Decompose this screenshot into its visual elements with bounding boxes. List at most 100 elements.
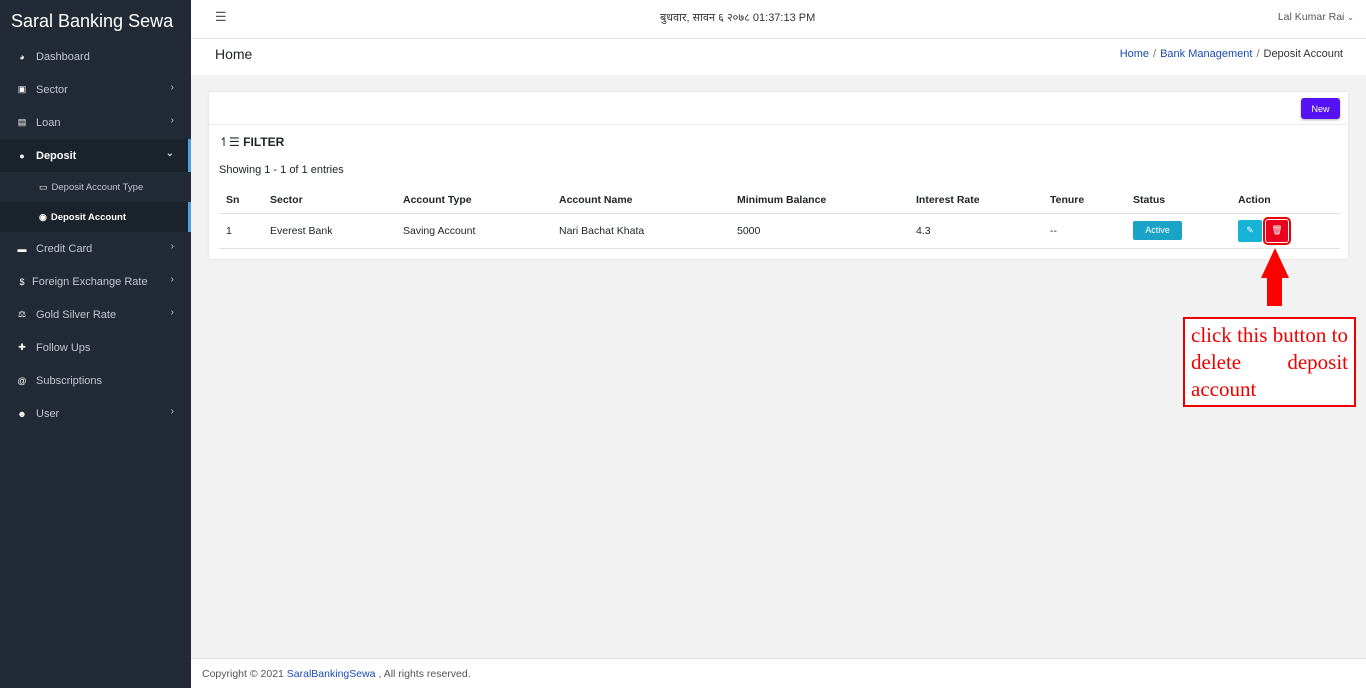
chevron-down-icon: ⌄ xyxy=(165,148,174,159)
footer-rights: , All rights reserved. xyxy=(375,668,471,680)
copy-icon: ▣ xyxy=(17,84,27,94)
column-header-account-name: Account Name xyxy=(552,188,730,214)
balance-icon: ⚖ xyxy=(17,309,27,319)
breadcrumb-separator: / xyxy=(1256,48,1260,60)
user-menu[interactable]: Lal Kumar Rai ⌄ xyxy=(1278,11,1354,23)
sidebar-subitem-deposit-account[interactable]: ◉ Deposit Account xyxy=(0,202,191,232)
sidebar-item-label: Credit Card xyxy=(36,242,93,255)
entries-info: Showing 1 - 1 of 1 entries xyxy=(219,164,344,176)
chevron-right-icon: › xyxy=(170,406,174,417)
sidebar-item-label: Subscriptions xyxy=(36,374,103,387)
sidebar-item-follow-ups[interactable]: ✚ Follow Ups xyxy=(0,331,191,364)
column-header-sn: Sn xyxy=(219,188,263,214)
sidebar-item-deposit[interactable]: ● Deposit ⌄ xyxy=(0,139,191,172)
datetime-display: बुधवार, सावन ६ २०७८ 01:37:13 PM xyxy=(660,12,816,24)
column-header-tenure: Tenure xyxy=(1043,188,1126,214)
sidebar: Saral Banking Sewa ◕ Dashboard ▣ Sector … xyxy=(0,0,191,688)
new-button[interactable]: New xyxy=(1301,98,1340,119)
footer-link[interactable]: SaralBankingSewa xyxy=(287,668,376,680)
sidebar-item-label: Dashboard xyxy=(36,50,90,63)
cell-status: Active xyxy=(1126,213,1231,249)
top-navbar: ☰ बुधवार, सावन ६ २०७८ 01:37:13 PM Lal Ku… xyxy=(191,0,1366,39)
edit-button[interactable]: ✎ xyxy=(1238,219,1262,242)
chevron-right-icon: › xyxy=(170,307,174,318)
sidebar-item-label: Foreign Exchange Rate xyxy=(32,275,148,288)
page-title: Home xyxy=(215,46,253,62)
at-icon: @ xyxy=(17,375,27,386)
cell-action: ✎ 🗑 xyxy=(1231,213,1340,249)
sidebar-item-gold-silver-rate[interactable]: ⚖ Gold Silver Rate › xyxy=(0,298,191,331)
credit-card-icon: ▬ xyxy=(17,243,27,254)
user-name: Lal Kumar Rai xyxy=(1277,11,1345,23)
footer-copyright: Copyright © 2021 xyxy=(202,668,287,680)
chevron-right-icon: › xyxy=(170,115,174,126)
column-header-interest-rate: Interest Rate xyxy=(909,188,1043,214)
chevron-right-icon: › xyxy=(170,274,174,285)
sidebar-item-label: Loan xyxy=(36,116,61,129)
table-row: 1 Everest Bank Saving Account Nari Bacha… xyxy=(219,213,1340,249)
breadcrumb-current: Deposit Account xyxy=(1263,48,1344,60)
column-header-minimum-balance: Minimum Balance xyxy=(730,188,909,214)
cell-sector: Everest Bank xyxy=(263,213,396,249)
breadcrumb-bank-management[interactable]: Bank Management xyxy=(1160,48,1252,60)
sidebar-item-sector[interactable]: ▣ Sector › xyxy=(0,73,191,106)
filter-label: FILTER xyxy=(243,135,285,149)
annotation-arrow-head xyxy=(1261,248,1289,278)
annotation-arrow-shaft xyxy=(1267,276,1282,306)
users-icon: ☻ xyxy=(17,408,27,419)
cell-tenure: -- xyxy=(1043,213,1126,249)
card-icon: ▭ xyxy=(39,181,48,192)
deposit-accounts-table: Sn Sector Account Type Account Name Mini… xyxy=(219,188,1340,249)
sidebar-item-loan[interactable]: ▤ Loan › xyxy=(0,106,191,139)
sidebar-item-user[interactable]: ☻ User › xyxy=(0,397,191,430)
brand-title[interactable]: Saral Banking Sewa xyxy=(0,0,191,40)
footer: Copyright © 2021 SaralBankingSewa , All … xyxy=(191,658,1366,688)
chevron-right-icon: › xyxy=(170,241,174,252)
sidebar-subitem-label: Deposit Account xyxy=(50,211,126,223)
annotation-note: click this button to delete deposit acco… xyxy=(1183,317,1356,407)
filter-toggle[interactable]: ↿☰ FILTER xyxy=(219,135,284,149)
action-buttons: ✎ 🗑 xyxy=(1238,216,1291,245)
sidebar-item-subscriptions[interactable]: @ Subscriptions xyxy=(0,364,191,397)
sidebar-subitem-deposit-account-type[interactable]: ▭ Deposit Account Type xyxy=(0,172,191,202)
delete-button[interactable]: 🗑 xyxy=(1263,216,1291,245)
money-icon: ▤ xyxy=(17,117,27,127)
sidebar-item-label: User xyxy=(36,407,60,420)
chevron-right-icon: › xyxy=(170,82,174,93)
cell-interest-rate: 4.3 xyxy=(909,213,1043,249)
piggy-bank-icon: ● xyxy=(19,150,25,161)
sidebar-subitem-label: Deposit Account Type xyxy=(51,181,144,193)
column-header-account-type: Account Type xyxy=(396,188,552,214)
column-header-status: Status xyxy=(1126,188,1231,214)
sidebar-item-dashboard[interactable]: ◕ Dashboard xyxy=(0,40,191,73)
user-circle-icon: ◉ xyxy=(39,211,47,222)
chevron-down-icon: ⌄ xyxy=(1347,13,1354,22)
column-header-sector: Sector xyxy=(263,188,396,214)
sidebar-item-label: Follow Ups xyxy=(36,341,91,354)
table-header-row: Sn Sector Account Type Account Name Mini… xyxy=(219,188,1340,214)
cell-account-name: Nari Bachat Khata xyxy=(552,213,730,249)
sidebar-item-label: Sector xyxy=(36,83,68,96)
hamburger-menu-icon[interactable]: ☰ xyxy=(215,9,227,25)
sidebar-item-label: Gold Silver Rate xyxy=(36,308,117,321)
dashboard-icon: ◕ xyxy=(19,51,25,62)
sidebar-item-credit-card[interactable]: ▬ Credit Card › xyxy=(0,232,191,265)
breadcrumb-separator: / xyxy=(1153,48,1157,60)
edit-icon: ✎ xyxy=(1246,225,1254,235)
column-header-action: Action xyxy=(1231,188,1340,214)
page-header: Home Home / Bank Management / Deposit Accoun… xyxy=(191,39,1366,75)
trash-icon: 🗑 xyxy=(1271,225,1283,235)
card-header: New xyxy=(209,92,1348,125)
cell-account-type: Saving Account xyxy=(396,213,552,249)
sidebar-item-label: Deposit xyxy=(36,149,77,162)
breadcrumb-home[interactable]: Home xyxy=(1120,48,1149,60)
breadcrumb: Home / Bank Management / Deposit Account xyxy=(1120,48,1343,60)
cell-minimum-balance: 5000 xyxy=(730,213,909,249)
cell-sn: 1 xyxy=(219,213,263,249)
sidebar-item-foreign-exchange-rate[interactable]: $ Foreign Exchange Rate › xyxy=(0,265,191,298)
deposit-account-card: New ↿☰ FILTER Showing 1 - 1 of 1 entries… xyxy=(209,92,1348,259)
status-badge[interactable]: Active xyxy=(1133,221,1182,240)
user-plus-icon: ✚ xyxy=(18,342,26,352)
filter-icon: ↿☰ xyxy=(219,135,244,149)
dollar-icon: $ xyxy=(19,276,25,287)
